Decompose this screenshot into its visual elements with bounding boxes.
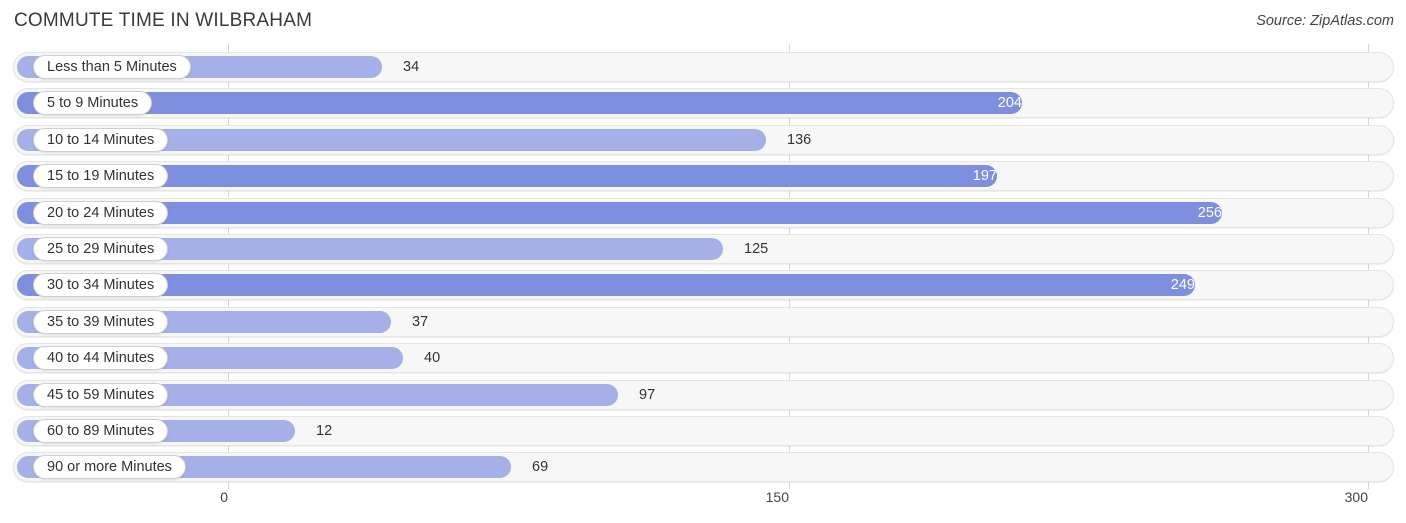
chart-header: COMMUTE TIME IN WILBRAHAM Source: ZipAtl… xyxy=(0,0,1406,44)
bar-row[interactable]: Less than 5 Minutes 34 xyxy=(13,52,1394,82)
bar-row[interactable]: 60 to 89 Minutes 12 xyxy=(13,416,1394,446)
bar-row[interactable]: 45 to 59 Minutes 97 xyxy=(13,379,1394,410)
bar-row[interactable]: 40 to 44 Minutes 40 xyxy=(13,343,1394,374)
bar-row[interactable]: 90 or more Minutes 69 xyxy=(13,452,1394,483)
source-attribution: Source: ZipAtlas.com xyxy=(1256,13,1394,29)
page-title: COMMUTE TIME IN WILBRAHAM xyxy=(14,10,313,31)
bar-value-label: 136 xyxy=(787,131,812,148)
bar-category-label: 40 to 44 Minutes xyxy=(33,346,169,371)
bar-row[interactable]: 25 to 29 Minutes 125 xyxy=(13,234,1394,264)
bar-value-label: 97 xyxy=(639,386,656,403)
bar-category-label: 35 to 39 Minutes xyxy=(33,309,169,334)
bar-category-label: 45 to 59 Minutes xyxy=(33,382,169,407)
chart-plot-area: Less than 5 Minutes 34 5 to 9 Minutes 204 10… xyxy=(0,44,1406,489)
bar-value-label: 249 xyxy=(1170,277,1195,294)
bar-value-label: 125 xyxy=(744,241,769,257)
bar-category-label: 10 to 14 Minutes xyxy=(33,127,169,152)
bar-value-label: 40 xyxy=(424,350,441,367)
bar-value-label: 69 xyxy=(532,459,549,476)
x-axis: 0 150 300 xyxy=(0,489,1406,523)
bar-row[interactable]: 30 to 34 Minutes 249 xyxy=(13,270,1394,301)
bar-row[interactable]: 35 to 39 Minutes 37 xyxy=(13,306,1394,337)
bar-value-label: 204 xyxy=(997,95,1022,112)
bar-category-label: 60 to 89 Minutes xyxy=(33,419,169,443)
bar-row[interactable]: 15 to 19 Minutes 197 xyxy=(13,161,1394,192)
bar-row[interactable]: 10 to 14 Minutes 136 xyxy=(13,124,1394,155)
bar-value-label: 197 xyxy=(972,168,997,185)
bar-category-label: 5 to 9 Minutes xyxy=(33,91,153,116)
x-axis-tick-label: 0 xyxy=(220,489,228,505)
bar-fill xyxy=(17,92,1022,115)
bar-fill xyxy=(17,274,1195,297)
bar-fill xyxy=(17,201,1222,224)
bar-row[interactable]: 20 to 24 Minutes 256 xyxy=(13,197,1394,228)
bar-category-label: 90 or more Minutes xyxy=(33,455,186,480)
bar-value-label: 37 xyxy=(412,313,429,330)
bar-value-label: 34 xyxy=(403,59,420,75)
bar-category-label: 30 to 34 Minutes xyxy=(33,273,169,298)
x-axis-tick-label: 150 xyxy=(765,489,789,505)
bar-value-label: 256 xyxy=(1197,204,1222,221)
bar-category-label: Less than 5 Minutes xyxy=(33,55,191,79)
x-axis-tick-label: 300 xyxy=(1344,489,1368,505)
bar-value-label: 12 xyxy=(316,423,333,439)
bar-category-label: 15 to 19 Minutes xyxy=(33,164,169,189)
bar-row[interactable]: 5 to 9 Minutes 204 xyxy=(13,88,1394,119)
bar-category-label: 25 to 29 Minutes xyxy=(33,237,169,261)
bar-category-label: 20 to 24 Minutes xyxy=(33,200,169,225)
